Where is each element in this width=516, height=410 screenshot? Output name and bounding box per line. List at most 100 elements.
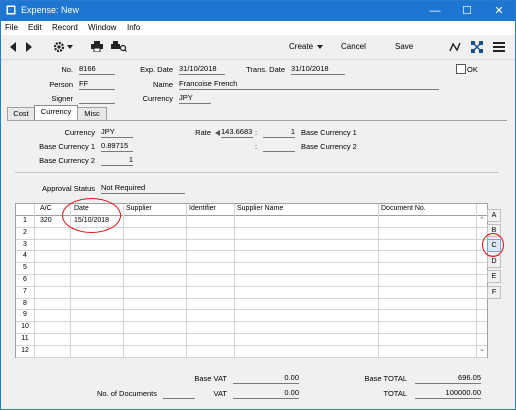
scroll-up-icon[interactable]: ⌃ — [479, 216, 485, 224]
menu-record[interactable]: Record — [52, 23, 78, 32]
ok-label: OK — [467, 65, 478, 74]
person-field[interactable]: FF — [79, 79, 115, 90]
print-preview-icon[interactable] — [111, 41, 127, 52]
row-number: 3 — [23, 240, 27, 248]
grid-row-line — [16, 250, 487, 252]
grid-row-line — [16, 238, 487, 240]
close-icon[interactable]: ✕ — [483, 1, 515, 21]
settings-gear-icon[interactable] — [53, 41, 65, 53]
base-total-label: Base TOTAL — [364, 374, 407, 383]
row-number: 8 — [23, 299, 27, 307]
name-field[interactable]: Francoise French — [179, 79, 439, 90]
create-button[interactable]: Create — [289, 42, 313, 51]
expand-icon[interactable] — [471, 41, 483, 53]
base1-separator: : — [255, 142, 258, 151]
menu-edit[interactable]: Edit — [28, 23, 42, 32]
rate-rhs-label: Base Currency 1 — [301, 128, 357, 137]
base-currency-2-field[interactable]: 1 — [101, 155, 133, 166]
trans-date-field[interactable]: 31/10/2018 — [291, 64, 345, 75]
num-documents-label: No. of Documents — [96, 389, 157, 398]
signer-field[interactable] — [79, 93, 115, 104]
cancel-button[interactable]: Cancel — [341, 42, 366, 51]
side-tab-f[interactable]: F — [487, 286, 501, 299]
name-label: Name — [152, 80, 173, 89]
date-annotation-circle — [62, 198, 121, 233]
ok-checkbox[interactable] — [456, 64, 466, 74]
app-icon — [6, 5, 16, 15]
maximize-icon[interactable]: ☐ — [451, 1, 483, 21]
grid-row-line — [16, 356, 487, 358]
minimize-icon[interactable]: — — [419, 1, 451, 21]
row-number: 6 — [23, 276, 27, 283]
signer-label: Signer — [51, 94, 73, 103]
menu-bar: File Edit Record Window Info — [1, 21, 515, 35]
no-label: No. — [61, 65, 73, 74]
row-number: 11 — [21, 335, 29, 342]
grid-row-line — [16, 262, 487, 264]
row-number: 4 — [23, 252, 27, 260]
window-title: Expense: New — [21, 5, 80, 15]
rate-field[interactable]: 143.6683 — [221, 127, 253, 138]
tab-cost[interactable]: Cost — [7, 107, 35, 120]
create-chevron-down-icon[interactable] — [317, 45, 323, 49]
no-field[interactable]: 8166 — [79, 64, 115, 75]
person-label: Person — [49, 80, 73, 89]
save-button[interactable]: Save — [395, 42, 413, 51]
grid-row-line — [16, 309, 487, 311]
print-icon[interactable] — [91, 41, 103, 52]
base1-rhs-field[interactable] — [263, 141, 295, 152]
menu-info[interactable]: Info — [127, 23, 140, 32]
grid-row-line — [16, 297, 487, 299]
next-record-icon[interactable] — [25, 42, 33, 52]
panel-currency-field[interactable]: JPY — [101, 127, 133, 138]
row-number: 9 — [23, 311, 27, 319]
side-tab-annotation-circle — [482, 233, 504, 257]
side-tab-a[interactable]: A — [487, 209, 501, 222]
total-label: TOTAL — [383, 389, 407, 398]
row-number: 2 — [23, 228, 27, 236]
base1-rhs-label: Base Currency 2 — [301, 142, 357, 151]
row1-ac-cell[interactable]: 320 — [40, 217, 52, 224]
exp-date-field[interactable]: 31/10/2018 — [179, 64, 225, 75]
col-identifier-header[interactable]: Identifier — [189, 204, 216, 214]
section-separator — [15, 172, 499, 173]
base-total-field[interactable]: 696.05 — [415, 373, 481, 384]
tab-misc[interactable]: Misc — [77, 107, 107, 120]
col-ac-header[interactable]: A/C — [40, 204, 52, 214]
base-currency-1-field[interactable]: 0.89715 — [101, 141, 133, 152]
base-vat-label: Base VAT — [194, 374, 227, 383]
row-number: 12 — [21, 346, 29, 354]
trans-date-label: Trans. Date — [246, 65, 285, 74]
title-bar: Expense: New — ☐ ✕ — [1, 1, 515, 21]
approval-status-field[interactable]: Not Required — [101, 183, 185, 194]
menu-window[interactable]: Window — [88, 23, 116, 32]
col-supplier-name-header[interactable]: Supplier Name — [237, 204, 283, 214]
tab-currency[interactable]: Currency — [34, 105, 78, 120]
rate-arrow-icon[interactable] — [215, 130, 220, 136]
list-icon[interactable] — [493, 41, 505, 53]
row-number: 7 — [23, 287, 27, 295]
toolbar: Create Cancel Save — [1, 35, 515, 60]
scroll-down-icon[interactable]: ⌄ — [479, 345, 485, 353]
chevron-down-icon[interactable] — [67, 45, 73, 49]
grid-row-line — [16, 274, 487, 275]
row-number: 10 — [21, 323, 29, 331]
total-field[interactable]: 100000.00 — [415, 388, 481, 399]
base-vat-field[interactable]: 0.00 — [233, 373, 299, 384]
rate-rhs-field[interactable]: 1 — [263, 127, 295, 138]
side-tab-e[interactable]: E — [487, 270, 501, 283]
function-icon[interactable] — [449, 41, 461, 53]
prev-record-icon[interactable] — [9, 42, 17, 52]
row-number: 1 — [23, 217, 27, 224]
grid-row-line — [16, 321, 487, 323]
col-supplier-header[interactable]: Supplier — [126, 204, 152, 214]
panel-currency-label: Currency — [64, 128, 95, 137]
exp-date-label: Exp. Date — [140, 65, 173, 74]
menu-file[interactable]: File — [5, 23, 18, 32]
currency-field[interactable]: JPY — [179, 93, 211, 104]
approval-status-label: Approval Status — [42, 184, 95, 193]
expense-window: Expense: New — ☐ ✕ File Edit Record Wind… — [0, 0, 516, 410]
vat-field[interactable]: 0.00 — [233, 388, 299, 399]
col-document-no-header[interactable]: Document No. — [381, 204, 426, 214]
base-currency-2-label: Base Currency 2 — [39, 156, 95, 165]
